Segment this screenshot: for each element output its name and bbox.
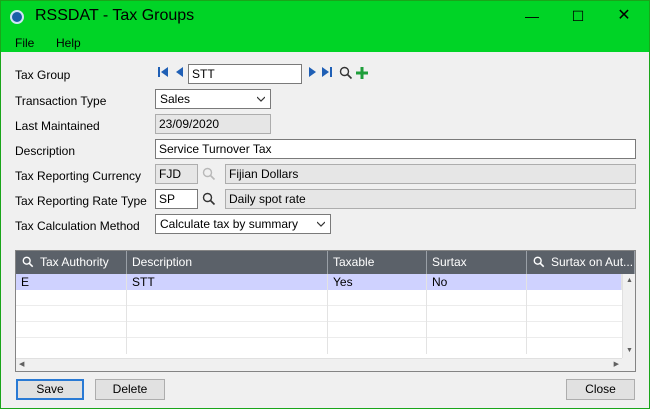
scrollbar-corner [622,358,635,371]
currency-finder-icon [202,167,216,181]
delete-button[interactable]: Delete [95,379,165,400]
column-description[interactable]: Description [127,251,328,274]
empty-row [16,338,622,354]
next-record-icon[interactable] [306,65,318,79]
description-label: Description [15,144,76,158]
empty-row [16,290,622,306]
last-record-icon[interactable] [321,65,333,79]
rate-type-name-field: Daily spot rate [225,189,636,209]
calculation-method-label: Tax Calculation Method [15,219,140,233]
column-tax-authority-label: Tax Authority [40,255,109,269]
maximize-button[interactable]: ☐ [555,1,601,31]
app-icon [10,10,24,24]
tax-authorities-grid: Tax Authority Description Taxable Surtax… [15,250,636,372]
last-maintained-field: 23/09/2020 [155,114,271,134]
scroll-left-icon[interactable]: ◀ [19,360,24,370]
calculation-method-value: Calculate tax by summary [160,217,299,231]
grid-header: Tax Authority Description Taxable Surtax… [16,251,635,274]
reporting-currency-code-field: FJD [155,164,198,184]
taxable-cell[interactable]: Yes [328,274,427,290]
reporting-currency-name-field: Fijian Dollars [225,164,636,184]
scroll-right-icon[interactable]: ▶ [614,360,619,370]
minimize-button[interactable]: — [509,1,555,31]
chevron-down-icon [317,221,325,227]
description-cell[interactable]: STT [127,274,328,290]
reporting-currency-label: Tax Reporting Currency [15,169,142,183]
tax-group-input[interactable]: STT [188,64,302,84]
reporting-rate-type-label: Tax Reporting Rate Type [15,194,147,208]
table-row[interactable]: E STT Yes No [16,274,622,290]
scroll-down-icon[interactable]: ▼ [626,346,633,356]
rate-type-input[interactable]: SP [155,189,198,209]
transaction-type-select[interactable]: Sales [155,89,271,109]
column-taxable[interactable]: Taxable [328,251,427,274]
column-surtax-on-authority[interactable]: Surtax on Aut... [527,251,635,274]
horizontal-scrollbar[interactable]: ◀ ▶ [16,358,622,371]
tax-group-label: Tax Group [15,68,71,82]
close-window-button[interactable]: ✕ [601,1,647,31]
rate-type-finder-icon[interactable] [202,192,216,206]
surtax-cell[interactable]: No [427,274,527,290]
column-tax-authority[interactable]: Tax Authority [16,251,127,274]
transaction-type-value: Sales [160,92,191,106]
transaction-type-label: Transaction Type [15,94,107,108]
vertical-scrollbar[interactable]: ▲ ▼ [622,274,635,358]
empty-row [16,322,622,338]
calculation-method-select[interactable]: Calculate tax by summary [155,214,331,234]
column-surtax-on-authority-label: Surtax on Aut... [551,255,634,269]
menu-bar: File Help [1,33,649,52]
surtax-on-authority-cell[interactable] [527,274,622,290]
search-icon[interactable] [533,256,545,268]
window-title: RSSDAT - Tax Groups [35,7,195,24]
search-icon[interactable] [22,256,34,268]
scroll-up-icon[interactable]: ▲ [626,276,633,286]
empty-row [16,306,622,322]
save-button[interactable]: Save [16,379,84,400]
column-surtax[interactable]: Surtax [427,251,527,274]
description-input[interactable]: Service Turnover Tax [155,139,636,159]
last-maintained-label: Last Maintained [15,119,100,133]
chevron-down-icon [257,96,265,102]
title-bar: RSSDAT - Tax Groups — ☐ ✕ [1,1,649,33]
close-button[interactable]: Close [566,379,635,400]
finder-icon[interactable] [339,66,353,80]
menu-file[interactable]: File [15,36,34,50]
tax-groups-window: RSSDAT - Tax Groups — ☐ ✕ File Help Tax … [0,0,650,409]
plus-icon[interactable] [355,66,369,80]
menu-help[interactable]: Help [56,36,81,50]
first-record-icon[interactable] [157,65,169,79]
previous-record-icon[interactable] [174,65,186,79]
tax-authority-cell[interactable]: E [16,274,127,290]
